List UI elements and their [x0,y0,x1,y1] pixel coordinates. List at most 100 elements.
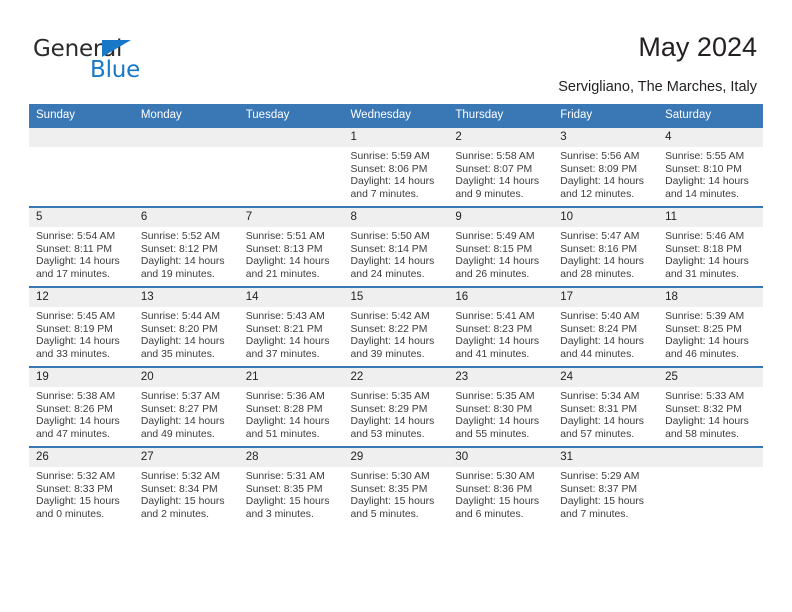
calendar-day-cell[interactable]: 5 Sunrise: 5:54 AM Sunset: 8:11 PM Daylight… [29,206,134,287]
daylight-text: Daylight: 14 hours and 49 minutes. [140,416,225,440]
calendar-day-cell[interactable]: 15 Sunrise: 5:42 AM Sunset: 8:22 PM Dayligh… [343,286,449,367]
daylight-text: Daylight: 14 hours and 44 minutes. [560,336,644,360]
daylight-text: Daylight: 14 hours and 21 minutes. [245,256,330,280]
day-details: Sunrise: 5:40 AM Sunset: 8:24 PM Daylight:… [553,307,658,361]
sunrise-text: Sunrise: 5:56 AM [560,151,640,162]
calendar-day-cell[interactable]: 21 Sunrise: 5:36 AM Sunset: 8:28 PM Dayligh… [238,366,344,447]
sunset-text: Sunset: 8:25 PM [665,323,742,335]
sunrise-text: Sunrise: 5:49 AM [455,231,535,242]
day-number: 2 [448,128,554,147]
day-number [238,128,344,147]
daylight-text: Daylight: 14 hours and 33 minutes. [36,336,120,360]
calendar-day-cell[interactable]: 3 Sunrise: 5:56 AM Sunset: 8:09 PM Daylight… [553,126,659,207]
daylight-text: Daylight: 14 hours and 26 minutes. [455,256,540,280]
calendar-day-cell[interactable]: 27 Sunrise: 5:32 AM Sunset: 8:34 PM Dayligh… [133,446,239,526]
weekday-header-thursday: Thursday [448,104,554,127]
calendar-day-cell[interactable]: 29 Sunrise: 5:30 AM Sunset: 8:35 PM Dayligh… [343,446,449,526]
calendar-day-cell[interactable]: 20 Sunrise: 5:37 AM Sunset: 8:27 PM Dayligh… [133,366,239,447]
day-details: Sunrise: 5:30 AM Sunset: 8:36 PM Daylight:… [448,467,553,521]
calendar-day-cell[interactable]: 28 Sunrise: 5:31 AM Sunset: 8:35 PM Dayligh… [238,446,344,526]
day-number: 29 [343,448,449,467]
day-details: Sunrise: 5:34 AM Sunset: 8:31 PM Daylight:… [553,387,658,441]
calendar-day-cell[interactable]: 24 Sunrise: 5:34 AM Sunset: 8:31 PM Dayligh… [553,366,659,447]
daylight-text: Daylight: 14 hours and 41 minutes. [455,336,540,360]
sunset-text: Sunset: 8:22 PM [350,323,428,335]
day-details: Sunrise: 5:39 AM Sunset: 8:25 PM Daylight:… [658,307,763,361]
sunset-text: Sunset: 8:23 PM [455,323,533,335]
calendar-day-cell[interactable]: 14 Sunrise: 5:43 AM Sunset: 8:21 PM Dayligh… [238,286,344,367]
sunrise-text: Sunrise: 5:55 AM [665,151,745,162]
day-details: Sunrise: 5:45 AM Sunset: 8:19 PM Daylight:… [29,307,134,361]
daylight-text: Daylight: 14 hours and 7 minutes. [350,176,435,200]
day-number: 5 [29,208,134,227]
day-number: 28 [238,448,344,467]
calendar-day-cell[interactable]: 4 Sunrise: 5:55 AM Sunset: 8:10 PM Daylight… [658,126,763,207]
day-details: Sunrise: 5:55 AM Sunset: 8:10 PM Daylight:… [658,147,763,201]
sunset-text: Sunset: 8:24 PM [560,323,638,335]
weekday-header-tuesday: Tuesday [238,104,344,127]
calendar-day-cell[interactable]: 6 Sunrise: 5:52 AM Sunset: 8:12 PM Daylight… [133,206,239,287]
calendar-day-cell[interactable]: 18 Sunrise: 5:39 AM Sunset: 8:25 PM Dayligh… [658,286,763,367]
calendar-day-cell-empty [658,446,763,526]
day-number: 4 [658,128,763,147]
sunset-text: Sunset: 8:18 PM [665,243,742,255]
calendar-day-cell[interactable]: 17 Sunrise: 5:40 AM Sunset: 8:24 PM Dayligh… [553,286,659,367]
sunset-text: Sunset: 8:19 PM [36,323,113,335]
day-number: 18 [658,288,763,307]
sunset-text: Sunset: 8:20 PM [140,323,218,335]
calendar-day-cell[interactable]: 7 Sunrise: 5:51 AM Sunset: 8:13 PM Daylight… [238,206,344,287]
calendar-day-cell[interactable]: 30 Sunrise: 5:30 AM Sunset: 8:36 PM Dayligh… [448,446,554,526]
calendar-day-cell[interactable]: 22 Sunrise: 5:35 AM Sunset: 8:29 PM Dayligh… [343,366,449,447]
calendar-day-cell[interactable]: 1 Sunrise: 5:59 AM Sunset: 8:06 PM Daylight… [343,126,449,207]
page-title: May 2024 [638,32,757,62]
day-details: Sunrise: 5:43 AM Sunset: 8:21 PM Daylight:… [239,307,344,361]
calendar-week-row: 19 Sunrise: 5:38 AM Sunset: 8:26 PM Dayligh… [29,366,763,447]
calendar-day-cell[interactable]: 25 Sunrise: 5:33 AM Sunset: 8:32 PM Dayligh… [658,366,763,447]
day-number: 31 [553,448,659,467]
sunset-text: Sunset: 8:26 PM [36,403,113,415]
day-details: Sunrise: 5:47 AM Sunset: 8:16 PM Daylight:… [553,227,658,281]
sunset-text: Sunset: 8:30 PM [455,403,533,415]
sunset-text: Sunset: 8:32 PM [665,403,742,415]
logo-text-blue: Blue [90,57,141,83]
sunset-text: Sunset: 8:29 PM [350,403,428,415]
calendar-day-cell[interactable]: 16 Sunrise: 5:41 AM Sunset: 8:23 PM Dayligh… [448,286,554,367]
calendar-day-cell[interactable]: 31 Sunrise: 5:29 AM Sunset: 8:37 PM Dayligh… [553,446,659,526]
sunset-text: Sunset: 8:35 PM [350,483,428,495]
day-number [658,448,763,467]
calendar-day-cell[interactable]: 2 Sunrise: 5:58 AM Sunset: 8:07 PM Daylight… [448,126,554,207]
sunrise-text: Sunrise: 5:30 AM [455,471,535,482]
daylight-text: Daylight: 14 hours and 37 minutes. [245,336,330,360]
calendar-day-cell[interactable]: 26 Sunrise: 5:32 AM Sunset: 8:33 PM Dayligh… [29,446,134,526]
day-number: 9 [448,208,554,227]
general-blue-logo[interactable]: General Blue [33,38,253,90]
day-number: 25 [658,368,763,387]
day-number: 27 [133,448,239,467]
calendar-day-cell[interactable]: 9 Sunrise: 5:49 AM Sunset: 8:15 PM Daylight… [448,206,554,287]
page-subtitle: Servigliano, The Marches, Italy [558,79,757,95]
sunset-text: Sunset: 8:36 PM [455,483,533,495]
calendar-day-cell[interactable]: 11 Sunrise: 5:46 AM Sunset: 8:18 PM Dayligh… [658,206,763,287]
sunrise-text: Sunrise: 5:33 AM [665,391,745,402]
day-number: 26 [29,448,134,467]
sunset-text: Sunset: 8:28 PM [245,403,323,415]
sunrise-text: Sunrise: 5:52 AM [140,231,220,242]
sunset-text: Sunset: 8:16 PM [560,243,638,255]
day-number: 19 [29,368,134,387]
calendar-day-cell[interactable]: 23 Sunrise: 5:35 AM Sunset: 8:30 PM Dayligh… [448,366,554,447]
daylight-text: Daylight: 14 hours and 53 minutes. [350,416,435,440]
sunrise-text: Sunrise: 5:51 AM [245,231,325,242]
sunrise-text: Sunrise: 5:47 AM [560,231,640,242]
day-details: Sunrise: 5:32 AM Sunset: 8:34 PM Daylight:… [134,467,239,521]
calendar-day-cell[interactable]: 10 Sunrise: 5:47 AM Sunset: 8:16 PM Dayligh… [553,206,659,287]
calendar-day-cell[interactable]: 19 Sunrise: 5:38 AM Sunset: 8:26 PM Dayligh… [29,366,134,447]
calendar-day-cell[interactable]: 12 Sunrise: 5:45 AM Sunset: 8:19 PM Dayligh… [29,286,134,367]
sunset-text: Sunset: 8:07 PM [455,163,533,175]
calendar-day-cell[interactable]: 13 Sunrise: 5:44 AM Sunset: 8:20 PM Dayligh… [133,286,239,367]
day-number: 30 [448,448,554,467]
daylight-text: Daylight: 14 hours and 9 minutes. [455,176,540,200]
day-details: Sunrise: 5:49 AM Sunset: 8:15 PM Daylight:… [448,227,553,281]
day-number: 12 [29,288,134,307]
calendar-day-cell[interactable]: 8 Sunrise: 5:50 AM Sunset: 8:14 PM Daylight… [343,206,449,287]
calendar-week-row: 12 Sunrise: 5:45 AM Sunset: 8:19 PM Dayligh… [29,286,763,367]
